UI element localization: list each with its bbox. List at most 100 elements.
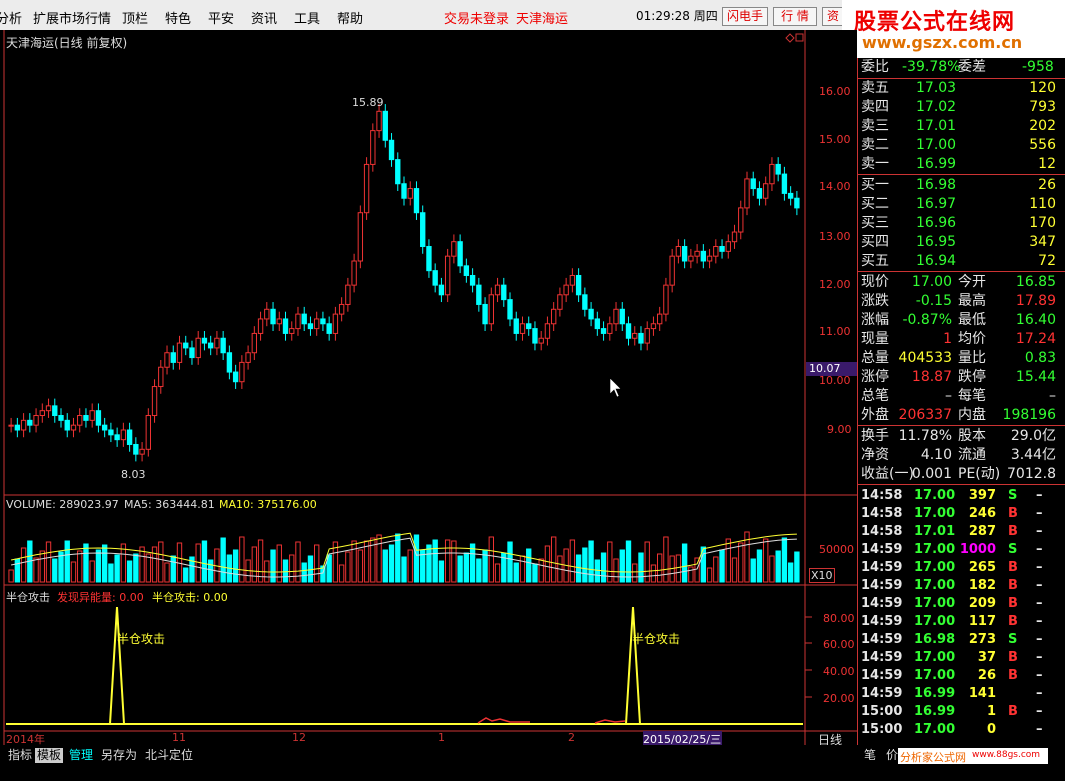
tab-beidou[interactable]: 北斗定位 [143,748,195,763]
volume-bar [126,560,133,583]
bid-row[interactable]: 买一 16.98 26 [858,176,1056,195]
candle-body [756,188,763,199]
volume-bar [600,552,607,583]
candle-body [731,231,738,243]
finance-row: 收益(一) 0.001 PE(动) 7012.8 [861,466,1056,482]
volume-bar [688,566,694,583]
bid-row[interactable]: 买三 16.96 170 [858,214,1056,233]
volume-bar [145,553,151,583]
info-button[interactable]: 资 [822,7,844,26]
stat-row: 涨停 18.87 跌停 15.44 [861,369,1056,385]
tab-indicator[interactable]: 指标 [6,748,34,763]
volume-bar [675,554,682,583]
candle-body [301,313,307,325]
price-axis-label: 11.00 [819,325,851,338]
volume-bar [488,536,494,583]
ask-row[interactable]: 卖一 16.99 12 [858,155,1056,174]
bid-row[interactable]: 买二 16.97 110 [858,195,1056,214]
half-attack-label: 半仓攻击: 0.00 [152,591,228,604]
menu-pingan[interactable]: 平安 [208,8,234,27]
stat-row: 涨幅 -0.87% 最低 16.40 [861,312,1056,328]
time-axis-tick: 2 [568,731,575,744]
candle-body [183,342,189,349]
volume-bar [170,555,176,583]
volume-bar [706,567,713,583]
diamond-icon[interactable] [785,33,795,43]
candle-body [189,347,195,359]
candle-body [20,419,27,431]
candle-body [719,246,725,252]
volume-bar [158,541,164,583]
candle-body [276,318,282,325]
candle-body [607,323,613,334]
tab-manage[interactable]: 管理 [67,748,95,763]
square-icon[interactable] [795,33,804,42]
volume-bar [220,537,226,583]
menu-top-bar[interactable]: 顶栏 [122,8,148,27]
tick-row: 14:58 17.00 246 B – [861,506,1043,521]
chart-title: 天津海运(日线 前复权) [6,36,128,50]
menu-features[interactable]: 特色 [165,8,191,27]
candle-body [494,284,501,296]
tab-ticks[interactable]: 笔 [862,748,878,763]
candle-body [669,255,675,286]
tick-row: 14:59 17.00 265 B – [861,560,1043,575]
volume-bar [139,546,145,583]
volume-bar [351,540,357,583]
volume-bar [133,553,139,583]
volume-bar [89,560,95,583]
tab-save-as[interactable]: 另存为 [99,748,139,763]
volume-bar [494,563,501,583]
login-status[interactable]: 交易未登录 [444,8,509,27]
bid-row[interactable]: 买四 16.95 347 [858,233,1056,252]
volume-bar [763,538,769,583]
energy-line [477,717,530,724]
volume-bar [613,558,619,583]
candle-body [544,323,551,339]
volume-bar [207,559,214,583]
volume-bar [713,556,719,583]
candle-body [207,342,214,349]
tick-row: 14:59 17.00 182 B – [861,578,1043,593]
volume-bar [694,557,700,583]
signal-label: 半仓攻击 [117,632,166,646]
time-axis-tick: 1 [438,731,445,744]
volume-bar [95,549,102,583]
volume-bar [307,555,314,583]
tab-template[interactable]: 模板 [35,748,64,763]
volume-bar [532,563,538,583]
bid-row[interactable]: 买五 16.94 72 [858,252,1056,271]
candle-body [750,178,756,190]
candle-body [694,250,700,257]
candle-body [114,434,120,441]
menu-analysis[interactable]: 分析 [0,8,22,27]
ask-row[interactable]: 卖二 17.00 556 [858,136,1056,155]
volume-bar [544,545,551,583]
time-axis-tick: 11 [172,731,186,744]
watermark-box: 分析家公式网 www.88gs.com [898,748,1048,764]
menu-extended-market[interactable]: 扩展市场行情 [33,8,111,27]
flash-trade-button[interactable]: 闪电手 [722,7,768,26]
candle-body [201,337,208,344]
ask-row[interactable]: 卖四 17.02 793 [858,98,1056,117]
menu-news[interactable]: 资讯 [251,8,277,27]
ask-row[interactable]: 卖三 17.01 202 [858,117,1056,136]
volume-bar [407,549,413,583]
price-axis-label: 13.00 [819,230,851,243]
candle-body [650,323,657,330]
volume-bar [725,538,731,583]
ask-row[interactable]: 卖五 17.03 120 [858,79,1056,98]
menu-tools[interactable]: 工具 [294,8,320,27]
quote-button[interactable]: 行 情 [773,7,817,26]
candle-body [482,303,488,325]
menu-help[interactable]: 帮助 [337,8,363,27]
volume-bar [338,564,345,583]
candle-body [688,255,694,262]
candle-body [432,270,438,286]
price-axis-label: 15.00 [819,133,851,146]
volume-bar [594,559,601,583]
site-logo: 股票公式在线网 www.gszx.com.cn [842,0,1065,58]
volume-bar [8,569,14,583]
cursor-date: 2015/02/25/三 [643,731,722,746]
candle-body [775,163,781,175]
